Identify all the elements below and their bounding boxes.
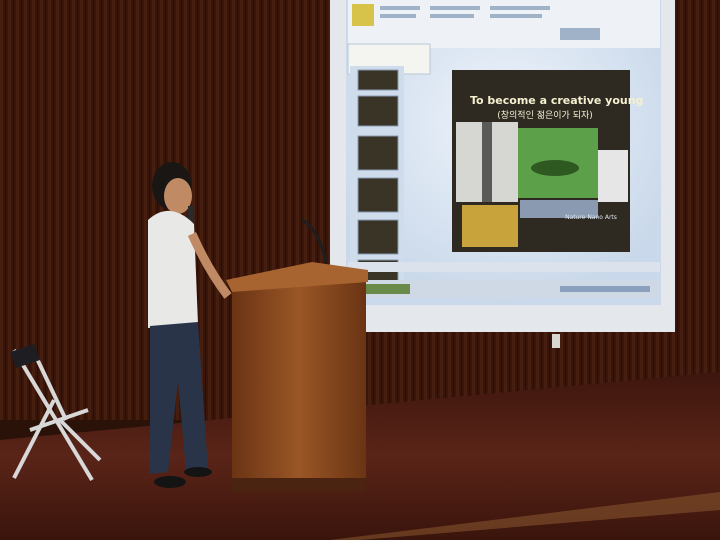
wall-outlet xyxy=(552,334,560,348)
photo-bones xyxy=(598,150,628,202)
slide-title: To become a creative young xyxy=(470,94,644,107)
slide-subtitle: (창의적인 젊은이가 되자) xyxy=(497,111,593,121)
presentation-scene xyxy=(0,0,720,540)
slide-caption: Nature Nano Arts xyxy=(565,214,617,221)
podium xyxy=(232,278,366,490)
photo-honeycomb xyxy=(462,205,518,247)
